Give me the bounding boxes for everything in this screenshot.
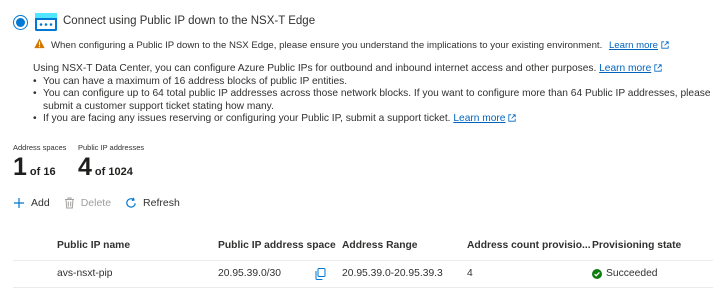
refresh-button[interactable]: Refresh — [125, 197, 180, 209]
delete-button[interactable]: Delete — [64, 197, 111, 209]
public-ips-max: of 1024 — [94, 166, 133, 178]
public-ips-stat: Public IP addresses 4 of 1024 — [78, 143, 144, 180]
info-block: Using NSX-T Data Center, you can configu… — [33, 63, 713, 126]
warning-icon — [34, 38, 45, 49]
toolbar: Add Delete Refresh — [13, 197, 194, 209]
cell-address-space: 20.95.39.0/30 — [218, 268, 281, 279]
column-header-name[interactable]: Public IP name — [57, 240, 130, 251]
cell-address-range: 20.95.39.0-20.95.39.3 — [342, 268, 443, 279]
address-spaces-stat: Address spaces 1 of 16 — [13, 143, 66, 180]
nsx-edge-icon — [35, 13, 57, 31]
public-ip-radio[interactable] — [13, 15, 28, 30]
cell-ip-name: avs-nsxt-pip — [57, 268, 113, 279]
support-learn-more-link[interactable]: Learn more — [453, 113, 505, 124]
bullet-item: You can have a maximum of 16 address blo… — [33, 76, 713, 89]
table-header-divider — [13, 260, 713, 261]
option-label: Connect using Public IP down to the NSX-… — [63, 15, 316, 27]
info-intro: Using NSX-T Data Center, you can configu… — [33, 63, 713, 76]
warning-text: When configuring a Public IP down to the… — [51, 40, 603, 51]
column-header-address-range[interactable]: Address Range — [342, 240, 418, 251]
success-check-icon — [592, 268, 602, 279]
add-label: Add — [31, 197, 50, 209]
address-spaces-label: Address spaces — [13, 143, 67, 152]
cell-provisioning-state: Succeeded — [592, 268, 658, 279]
public-ips-label: Public IP addresses — [78, 143, 145, 152]
plus-icon — [14, 198, 24, 208]
trash-icon — [64, 197, 74, 209]
column-header-address-space[interactable]: Public IP address space — [218, 240, 336, 251]
table-row-divider — [13, 287, 713, 288]
column-header-provisioning-state[interactable]: Provisioning state — [592, 240, 681, 251]
address-spaces-max: of 16 — [29, 166, 56, 178]
info-bullets: You can have a maximum of 16 address blo… — [33, 76, 713, 126]
address-spaces-value: 1 — [13, 153, 27, 181]
bullet-item: If you are facing any issues reserving o… — [33, 113, 713, 126]
external-link-icon — [654, 64, 662, 72]
delete-label: Delete — [80, 197, 112, 209]
provisioning-state-text: Succeeded — [606, 268, 658, 279]
refresh-label: Refresh — [143, 197, 180, 209]
external-link-icon — [508, 114, 517, 122]
radio-selected-dot — [16, 18, 25, 27]
add-button[interactable]: Add — [13, 197, 50, 209]
bullet-text: If you are facing any issues reserving o… — [43, 113, 451, 125]
info-intro-text: Using NSX-T Data Center, you can configu… — [33, 63, 597, 74]
external-link-icon — [661, 41, 669, 49]
warning-learn-more-link[interactable]: Learn more — [609, 40, 658, 51]
warning-message: When configuring a Public IP down to the… — [51, 40, 669, 51]
public-ips-value: 4 — [78, 153, 92, 181]
intro-learn-more-link[interactable]: Learn more — [599, 63, 651, 74]
copy-icon[interactable] — [315, 268, 326, 280]
cell-address-count: 4 — [467, 268, 473, 279]
bullet-item: You can configure up to 64 total public … — [33, 88, 713, 113]
column-header-address-count[interactable]: Address count provisio... — [467, 240, 591, 251]
refresh-icon — [126, 197, 136, 208]
